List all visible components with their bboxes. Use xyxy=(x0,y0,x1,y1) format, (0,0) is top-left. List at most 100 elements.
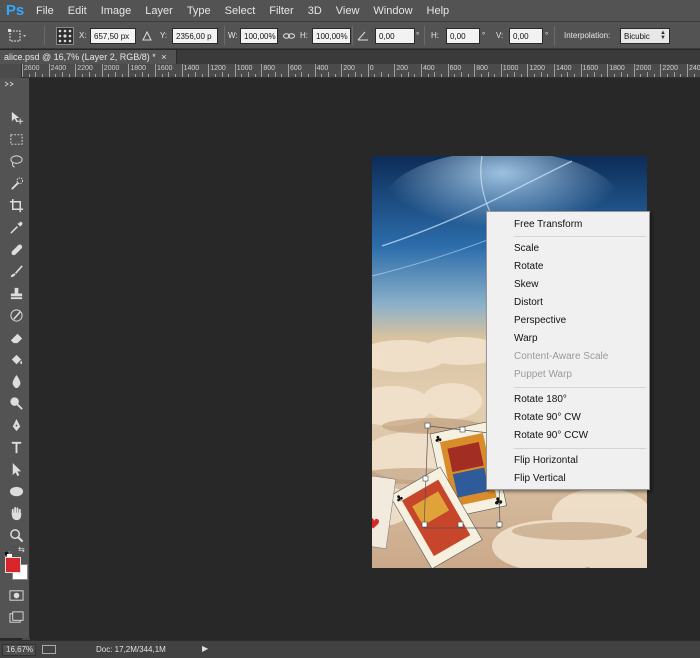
healing-brush-tool[interactable] xyxy=(6,240,26,258)
photoshop-logo: Ps xyxy=(5,2,25,19)
menu-item-free-transform[interactable]: Free Transform xyxy=(514,219,582,231)
history-brush-tool[interactable] xyxy=(6,306,26,324)
interpolation-select[interactable]: Bicubic ▲ ▼ xyxy=(620,28,670,44)
swap-colors-icon[interactable]: ⇆ xyxy=(18,545,25,554)
ruler-label: 1400 xyxy=(556,65,572,72)
ruler-label: 800 xyxy=(476,65,488,72)
screen-mode-button[interactable] xyxy=(6,608,26,626)
menu-item-scale[interactable]: Scale xyxy=(514,243,539,255)
height-field[interactable]: 100,00% xyxy=(312,28,351,44)
eyedropper-tool[interactable] xyxy=(6,218,26,236)
path-select-tool[interactable] xyxy=(6,460,26,478)
menu-help[interactable]: Help xyxy=(420,0,457,22)
tool-preset-picker[interactable] xyxy=(6,22,28,49)
marquee-tool[interactable] xyxy=(6,130,26,148)
menu-3d[interactable]: 3D xyxy=(301,0,329,22)
separator xyxy=(424,26,425,45)
eraser-tool[interactable] xyxy=(6,328,26,346)
menu-view[interactable]: View xyxy=(329,0,367,22)
menu-separator xyxy=(514,387,646,388)
document-tab[interactable]: alice.psd @ 16,7% (Layer 2, RGB/8) * × xyxy=(0,50,177,64)
document-tab-title: alice.psd @ 16,7% (Layer 2, RGB/8) * xyxy=(4,52,156,62)
ruler-minor-tick xyxy=(95,74,97,77)
type-tool[interactable] xyxy=(6,438,26,456)
ruler-minor-tick xyxy=(467,74,469,77)
menu-item-rotate-180[interactable]: Rotate 180° xyxy=(514,394,567,406)
horizontal-skew-field[interactable]: 0,00 xyxy=(446,28,480,44)
ruler-minor-tick xyxy=(494,74,496,77)
close-tab-icon[interactable]: × xyxy=(161,52,166,62)
ruler-origin[interactable] xyxy=(0,64,22,78)
ruler-label: 600 xyxy=(449,65,462,72)
default-colors-icon[interactable] xyxy=(3,546,12,559)
ruler-label: 2400 xyxy=(689,65,700,72)
menu-item-rotate[interactable]: Rotate xyxy=(514,261,543,273)
menu-item-rotate-90-cw[interactable]: Rotate 90° CW xyxy=(514,412,581,424)
menu-bar: Ps File Edit Image Layer Type Select Fil… xyxy=(0,0,700,22)
hand-tool[interactable] xyxy=(6,504,26,522)
horizontal-ruler[interactable]: 2600 2400 2200 2000 1800 1600 1400 1200 1000 800 6… xyxy=(22,64,700,78)
blur-tool[interactable] xyxy=(6,372,26,390)
dodge-tool[interactable] xyxy=(6,394,26,412)
menu-item-warp[interactable]: Warp xyxy=(514,333,538,345)
menu-type[interactable]: Type xyxy=(180,0,218,22)
menu-item-distort[interactable]: Distort xyxy=(514,297,543,309)
width-field[interactable]: 100,00% xyxy=(240,28,278,44)
menu-file[interactable]: File xyxy=(29,0,61,22)
lasso-tool[interactable] xyxy=(6,152,26,170)
quick-mask-button[interactable] xyxy=(6,586,26,604)
ruler-minor-tick xyxy=(454,74,456,77)
menu-filter[interactable]: Filter xyxy=(262,0,300,22)
y-position-field[interactable]: 2356,00 p xyxy=(172,28,218,44)
paint-bucket-tool[interactable] xyxy=(6,350,26,368)
clone-stamp-tool[interactable] xyxy=(6,284,26,302)
ruler-major-tick xyxy=(181,64,183,77)
status-menu-arrow-icon[interactable]: ▶ xyxy=(202,644,208,653)
vertical-skew-field[interactable]: 0,00 xyxy=(509,28,543,44)
menu-item-flip-horizontal[interactable]: Flip Horizontal xyxy=(514,455,578,467)
link-icon[interactable] xyxy=(283,22,295,49)
ruler-minor-tick xyxy=(434,72,436,77)
degree-symbol: ° xyxy=(482,31,486,40)
ruler-minor-tick xyxy=(334,74,336,77)
ellipse-tool[interactable] xyxy=(6,482,26,500)
menu-item-skew[interactable]: Skew xyxy=(514,279,538,291)
transform-context-menu: Free Transform Scale Rotate Skew Distort… xyxy=(486,211,650,490)
move-tool[interactable] xyxy=(6,108,26,126)
ruler-major-tick xyxy=(288,64,289,77)
menu-select[interactable]: Select xyxy=(218,0,263,22)
brush-tool[interactable] xyxy=(6,262,26,280)
zoom-level-field[interactable]: 16,67% xyxy=(2,644,36,656)
rotation-field[interactable]: 0,00 xyxy=(375,28,415,44)
pen-tool[interactable] xyxy=(6,416,26,434)
menu-item-flip-vertical[interactable]: Flip Vertical xyxy=(514,473,566,485)
x-position-field[interactable]: 657,50 px xyxy=(90,28,136,44)
h-label: H: xyxy=(300,31,308,40)
menu-item-rotate-90-ccw[interactable]: Rotate 90° CCW xyxy=(514,430,588,442)
ruler-label: 2600 xyxy=(24,65,40,72)
zoom-tool[interactable] xyxy=(6,526,26,544)
eyedropper-icon xyxy=(9,221,22,234)
ruler-minor-tick xyxy=(593,72,595,77)
menu-window[interactable]: Window xyxy=(366,0,419,22)
reference-point-locator[interactable] xyxy=(56,22,74,49)
menu-layer[interactable]: Layer xyxy=(138,0,180,22)
ruler-minor-tick xyxy=(560,74,562,77)
status-icon xyxy=(42,645,56,654)
ruler-minor-tick xyxy=(161,74,163,77)
menu-image[interactable]: Image xyxy=(94,0,139,22)
menu-separator xyxy=(514,448,646,449)
menu-edit[interactable]: Edit xyxy=(61,0,94,22)
ruler-minor-tick xyxy=(214,74,216,77)
menu-item-perspective[interactable]: Perspective xyxy=(514,315,566,327)
ruler-label: 400 xyxy=(423,65,435,72)
path-select-icon xyxy=(12,462,21,476)
quick-select-tool[interactable] xyxy=(6,174,26,192)
panel-collapse-icon[interactable] xyxy=(4,81,24,89)
crop-tool[interactable] xyxy=(6,196,26,214)
ruler-minor-tick xyxy=(254,74,256,77)
ruler-minor-tick xyxy=(613,74,615,77)
ruler-minor-tick xyxy=(301,72,303,77)
ruler-minor-tick xyxy=(248,72,250,77)
foreground-color-swatch[interactable] xyxy=(5,557,21,573)
